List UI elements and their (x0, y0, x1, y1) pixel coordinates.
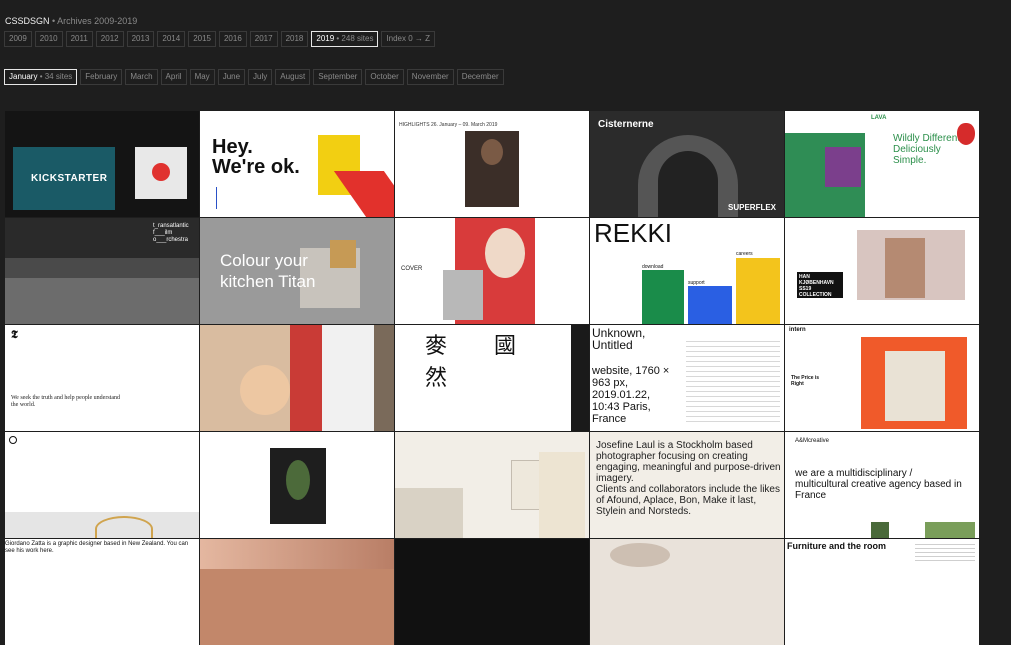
month-november-button[interactable]: November (406, 69, 454, 85)
month-may-button[interactable]: May (189, 69, 215, 85)
site-thumbnail[interactable]: HAN KJØBENHAVN SS19 COLLECTION (785, 218, 979, 324)
site-header: CSSDSGN • Archives 2009-2019 (5, 16, 137, 26)
month-october-button[interactable]: October (365, 69, 404, 85)
site-thumbnail[interactable] (590, 539, 784, 645)
site-thumbnail-grid: KICKSTARTER Hey. We're ok. HIGHLIGHTS 26… (5, 111, 979, 645)
year-2013-button[interactable]: 2013 (126, 31, 155, 47)
month-april-button[interactable]: April (160, 69, 187, 85)
month-september-button[interactable]: September (313, 69, 363, 85)
site-thumbnail[interactable]: 𝕿 We seek the truth and help people unde… (5, 325, 199, 431)
site-thumbnail[interactable]: REKKI download careers support (590, 218, 784, 324)
year-2012-button[interactable]: 2012 (95, 31, 124, 47)
archive-subtitle: • Archives 2009-2019 (49, 16, 138, 26)
site-thumbnail[interactable]: COVER (395, 218, 589, 324)
month-december-button[interactable]: December (456, 69, 504, 85)
site-thumbnail[interactable]: intern The Price is Right (785, 325, 979, 431)
site-thumbnail[interactable] (395, 432, 589, 538)
year-2014-button[interactable]: 2014 (157, 31, 186, 47)
year-2009-button[interactable]: 2009 (4, 31, 32, 47)
site-thumbnail[interactable]: Josefine Laul is a Stockholm based photo… (590, 432, 784, 538)
month-nav: January • 34 sites February March April … (4, 69, 504, 85)
year-2018-button[interactable]: 2018 (280, 31, 309, 47)
site-thumbnail[interactable]: HIGHLIGHTS 26. January – 09. March 2019 (395, 111, 589, 217)
site-thumbnail[interactable] (395, 539, 589, 645)
site-thumbnail[interactable] (5, 432, 199, 538)
site-thumbnail[interactable]: Unknown, Untitled website, 1760 × 963 px… (590, 325, 784, 431)
site-thumbnail[interactable]: Giordano Zatta is a graphic designer bas… (5, 539, 199, 645)
year-nav: 2009 2010 2011 2012 2013 2014 2015 2016 … (4, 31, 436, 47)
year-2010-button[interactable]: 2010 (34, 31, 63, 47)
site-thumbnail[interactable] (200, 432, 394, 538)
month-july-button[interactable]: July (248, 69, 273, 85)
site-thumbnail[interactable]: Colour your kitchen Titan (200, 218, 394, 324)
site-thumbnail[interactable] (200, 539, 394, 645)
month-january-button[interactable]: January • 34 sites (4, 69, 78, 85)
site-thumbnail[interactable]: Hey. We're ok. (200, 111, 394, 217)
year-2015-button[interactable]: 2015 (188, 31, 216, 47)
site-thumbnail[interactable]: 麥 國 然 (395, 325, 589, 431)
year-2019-button[interactable]: 2019 • 248 sites (311, 31, 379, 47)
site-thumbnail[interactable]: Cisternerne SUPERFLEX (590, 111, 784, 217)
site-thumbnail[interactable]: Furniture and the room (785, 539, 979, 645)
month-february-button[interactable]: February (80, 69, 123, 85)
year-2016-button[interactable]: 2016 (218, 31, 247, 47)
index-button[interactable]: Index 0 → Z (381, 31, 436, 47)
site-thumbnail[interactable]: A&Mcreative we are a multidisciplinary /… (785, 432, 979, 538)
month-march-button[interactable]: March (125, 69, 158, 85)
month-june-button[interactable]: June (217, 69, 246, 85)
year-2011-button[interactable]: 2011 (65, 31, 93, 47)
site-thumbnail[interactable]: t_ransatlantic f___ilm o___rchestra (5, 218, 199, 324)
month-august-button[interactable]: August (275, 69, 311, 85)
site-thumbnail[interactable]: Wildly Different, Deliciously Simple. LA… (785, 111, 979, 217)
year-2017-button[interactable]: 2017 (249, 31, 278, 47)
site-thumbnail[interactable] (200, 325, 394, 431)
site-thumbnail[interactable]: KICKSTARTER (5, 111, 199, 217)
brand-link[interactable]: CSSDSGN (5, 16, 50, 26)
